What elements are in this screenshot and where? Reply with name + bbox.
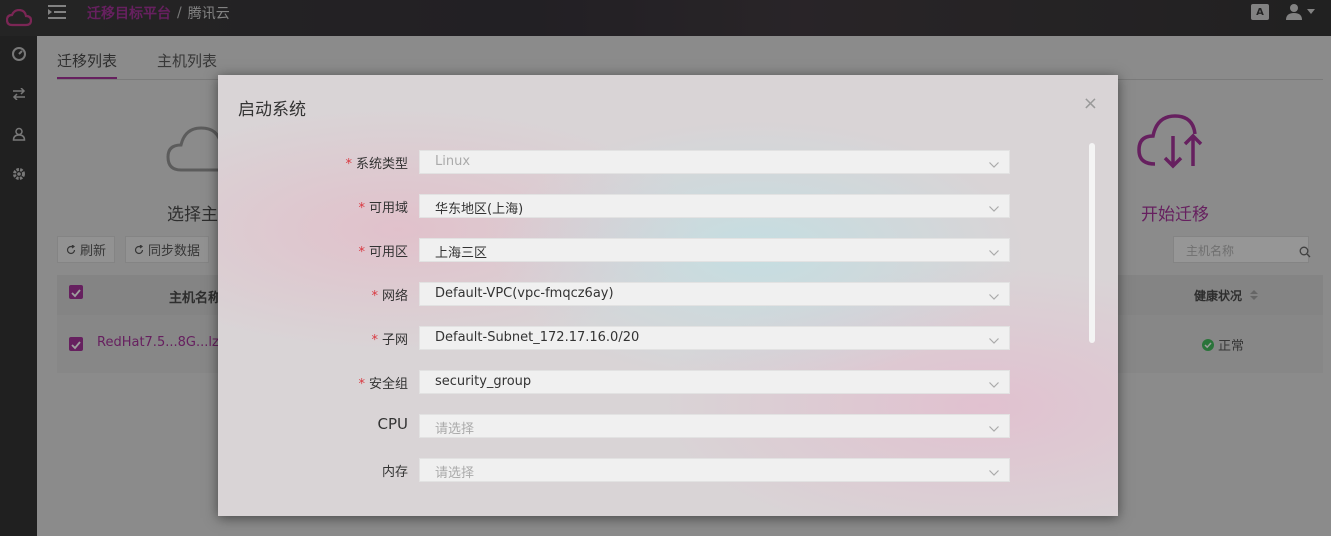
subnet-label-text: 子网 (381, 333, 408, 348)
required-asterisk: * (345, 157, 352, 172)
os-type-value: Linux (435, 154, 471, 169)
chevron-down-icon (989, 333, 999, 348)
dialog-title: 启动系统 (238, 100, 306, 120)
chevron-down-icon (989, 421, 999, 436)
form-row-security-group: * 安全组 security_group (218, 370, 1118, 394)
zone-label-text: 可用区 (368, 245, 408, 260)
security-group-label-text: 安全组 (368, 377, 408, 392)
required-asterisk: * (358, 201, 365, 216)
security-group-value: security_group (435, 374, 532, 389)
os-type-label: * 系统类型 (345, 153, 408, 172)
security-group-select[interactable]: security_group (419, 370, 1010, 394)
security-group-label: * 安全组 (358, 373, 408, 392)
network-select[interactable]: Default-VPC(vpc-fmqcz6ay) (419, 282, 1010, 306)
region-select[interactable]: 华东地区(上海) (419, 194, 1010, 218)
chevron-down-icon (989, 377, 999, 392)
form-row-subnet: * 子网 Default-Subnet_172.17.16.0/20 (218, 326, 1118, 350)
memory-label-text: 内存 (381, 465, 408, 480)
subnet-select[interactable]: Default-Subnet_172.17.16.0/20 (419, 326, 1010, 350)
cpu-value: 请选择 (435, 422, 475, 437)
cpu-label-text: CPU (377, 415, 409, 433)
required-asterisk: * (371, 333, 378, 348)
subnet-label: * 子网 (371, 329, 408, 348)
form-row-zone: * 可用区 上海三区 (218, 238, 1118, 262)
network-label: * 网络 (371, 285, 408, 304)
zone-select[interactable]: 上海三区 (419, 238, 1010, 262)
zone-label: * 可用区 (358, 241, 408, 260)
chevron-down-icon (989, 201, 999, 216)
form-row-network: * 网络 Default-VPC(vpc-fmqcz6ay) (218, 282, 1118, 306)
form-row-os-type: * 系统类型 Linux (218, 150, 1118, 174)
required-asterisk: * (358, 245, 365, 260)
form-row-memory: 内存 请选择 (218, 458, 1118, 482)
memory-select[interactable]: 请选择 (419, 458, 1010, 482)
os-type-label-text: 系统类型 (355, 157, 408, 172)
network-value: Default-VPC(vpc-fmqcz6ay) (435, 286, 614, 301)
required-asterisk: * (358, 377, 365, 392)
cpu-select[interactable]: 请选择 (419, 414, 1010, 438)
form-row-region: * 可用域 华东地区(上海) (218, 194, 1118, 218)
memory-label: 内存 (382, 461, 408, 480)
zone-value: 上海三区 (435, 246, 488, 261)
cpu-label: CPU (378, 415, 409, 433)
memory-value: 请选择 (435, 466, 475, 481)
chevron-down-icon (989, 157, 999, 172)
chevron-down-icon (989, 465, 999, 480)
chevron-down-icon (989, 245, 999, 260)
network-label-text: 网络 (381, 289, 408, 304)
region-label-text: 可用域 (368, 201, 408, 216)
subnet-value: Default-Subnet_172.17.16.0/20 (435, 330, 640, 345)
os-type-select[interactable]: Linux (419, 150, 1010, 174)
region-label: * 可用域 (358, 197, 408, 216)
close-icon[interactable]: × (1083, 93, 1098, 114)
required-asterisk: * (371, 289, 378, 304)
region-value: 华东地区(上海) (435, 202, 524, 217)
chevron-down-icon (989, 289, 999, 304)
form-row-cpu: CPU 请选择 (218, 414, 1118, 438)
start-system-dialog: 启动系统 × * 系统类型 Linux * 可用域 华东地区(上海) * 可用区 上海三区 * 网络… (218, 75, 1118, 516)
